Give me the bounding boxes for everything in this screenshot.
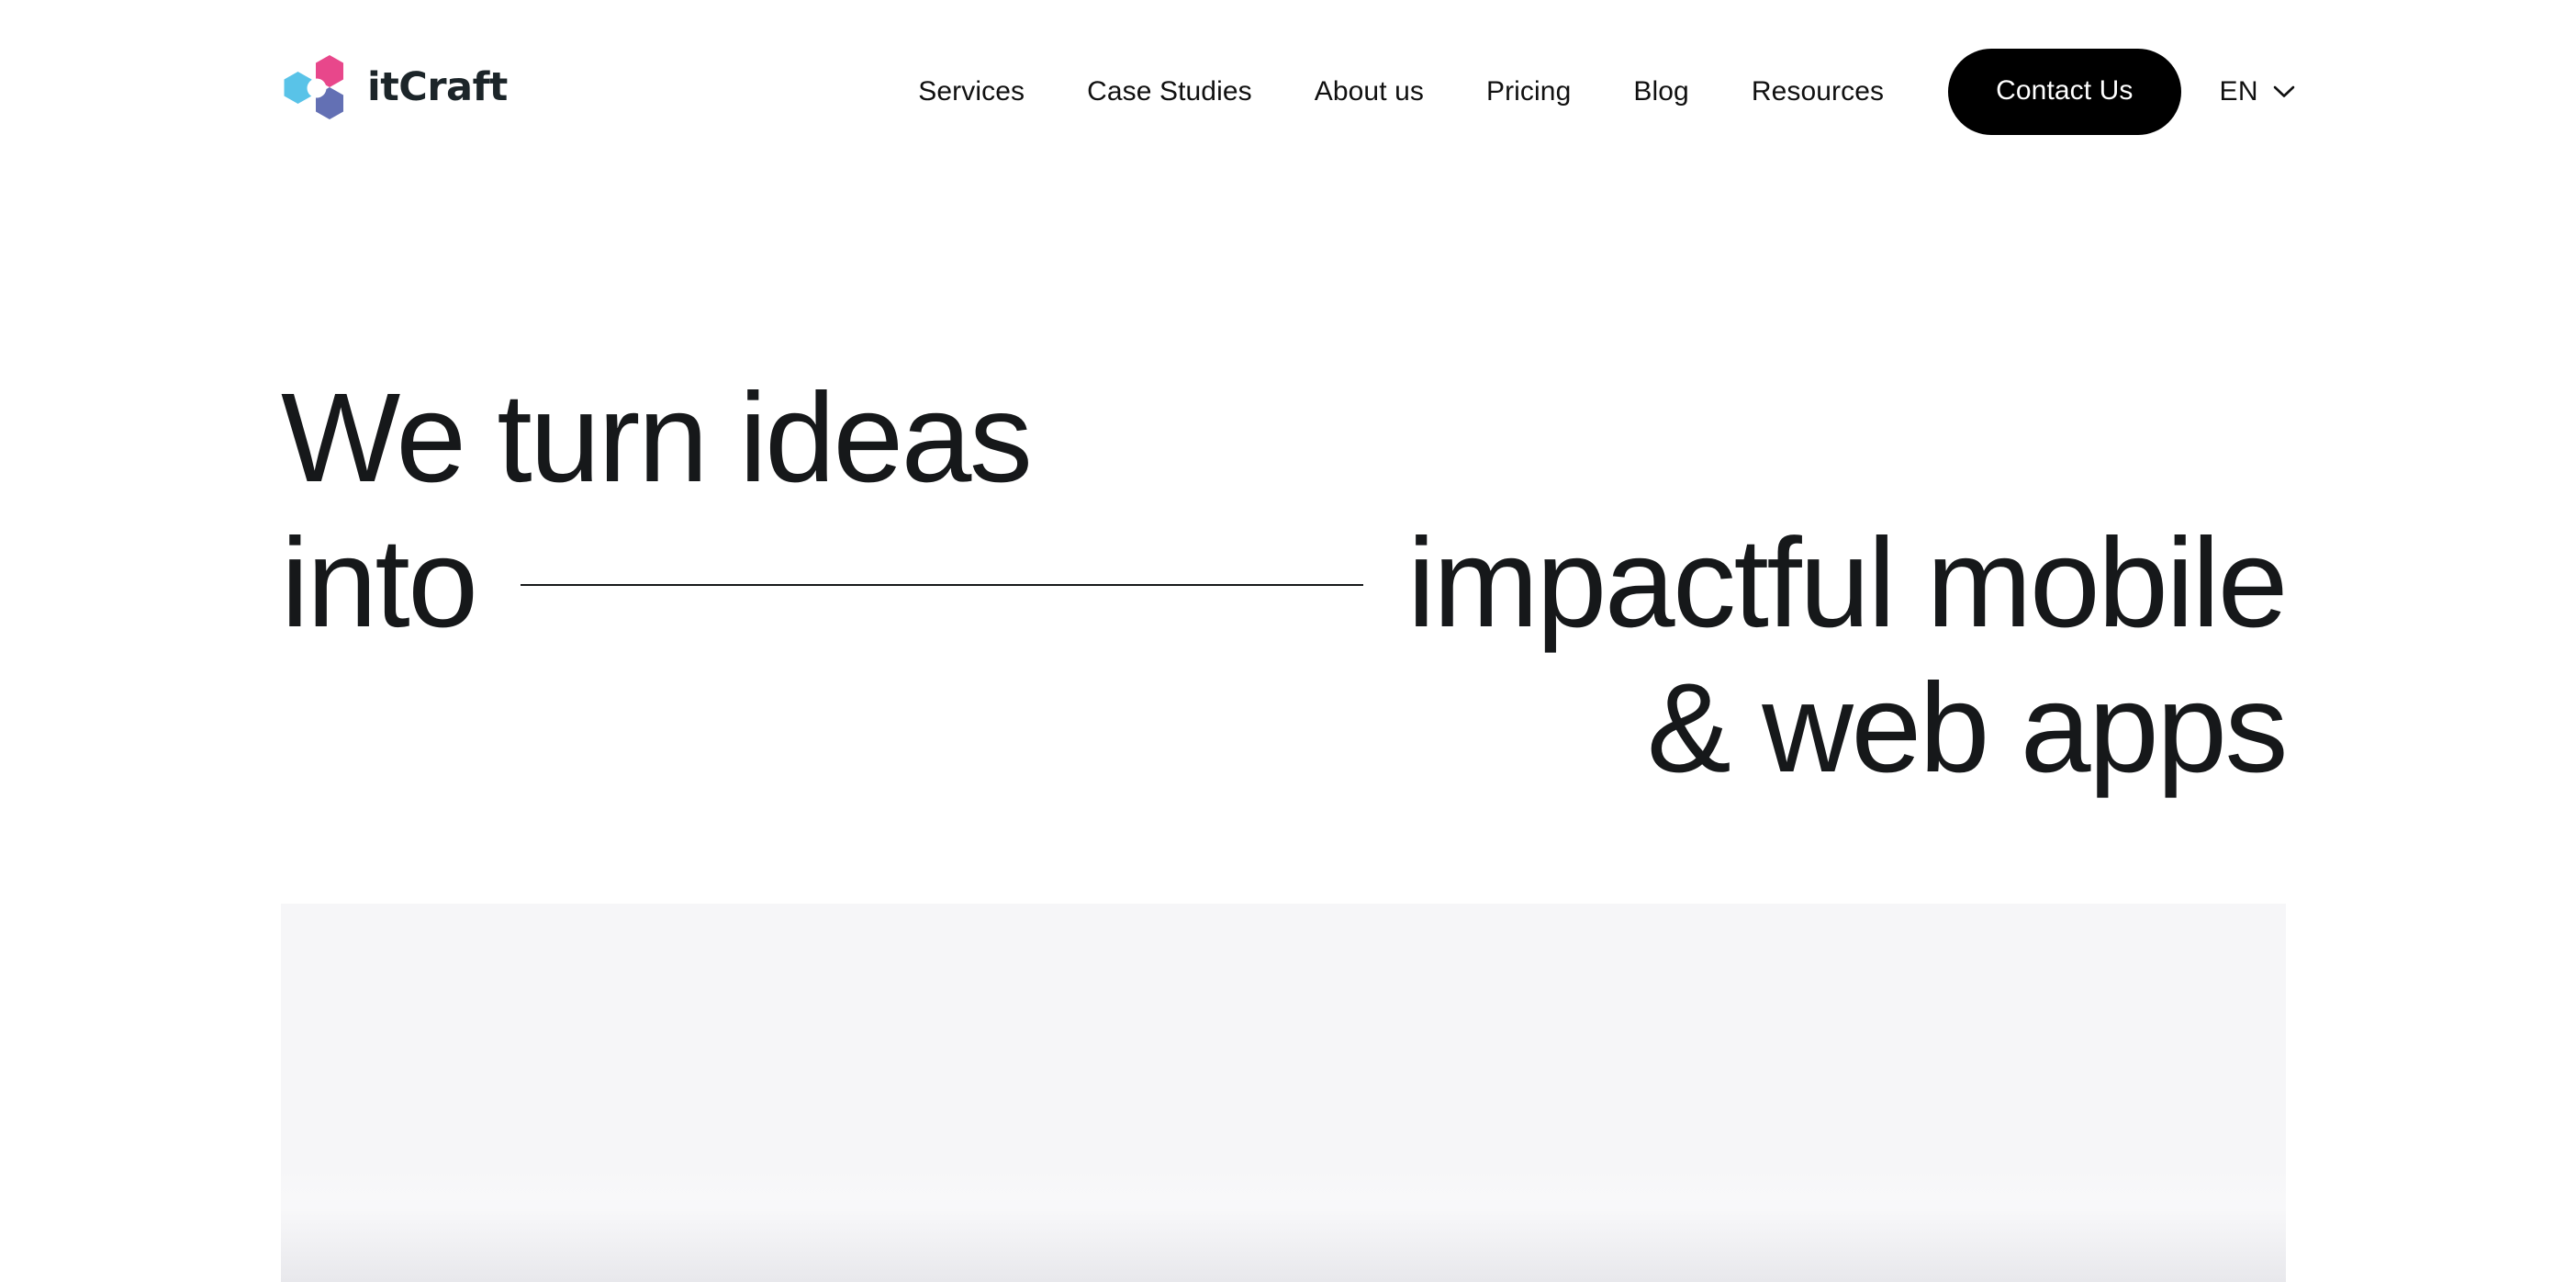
brand-logo-link[interactable]: itCraft (281, 53, 508, 121)
hero-title-line-2-lead: into (281, 512, 478, 654)
horizontal-rule-divider-icon (520, 584, 1363, 586)
brand-name: itCraft (367, 63, 508, 110)
page-title: We turn ideas into impactful mobile & we… (281, 365, 2289, 801)
showcase-bottom-fade (281, 1163, 2286, 1282)
hero-title-line-1: We turn ideas (281, 367, 1033, 509)
hero-title-line-2: into impactful mobile (281, 511, 2289, 656)
site-header: itCraft Services Case Studies About us P… (0, 0, 2576, 184)
showcase-panel (281, 904, 2286, 1282)
nav-item-resources[interactable]: Resources (1720, 78, 1915, 106)
hero-title-line-2-tail: impactful mobile (1406, 512, 2289, 654)
nav-item-about-us[interactable]: About us (1283, 78, 1455, 106)
main-navigation: Services Case Studies About us Pricing B… (918, 44, 2295, 140)
contact-us-button[interactable]: Contact Us (1948, 49, 2181, 135)
language-current-label: EN (2219, 76, 2258, 107)
itcraft-hexagon-logo-icon (284, 55, 343, 119)
nav-item-case-studies[interactable]: Case Studies (1056, 78, 1283, 106)
nav-item-pricing[interactable]: Pricing (1455, 78, 1602, 106)
nav-item-services[interactable]: Services (918, 78, 1056, 106)
hero-section: We turn ideas into impactful mobile & we… (281, 365, 2289, 801)
hero-title-line-3: & web apps (1646, 658, 2289, 799)
page-root: itCraft Services Case Studies About us P… (0, 0, 2576, 1282)
language-switcher[interactable]: EN (2220, 78, 2295, 106)
chevron-down-icon (2273, 85, 2295, 97)
nav-item-blog[interactable]: Blog (1602, 78, 1719, 106)
